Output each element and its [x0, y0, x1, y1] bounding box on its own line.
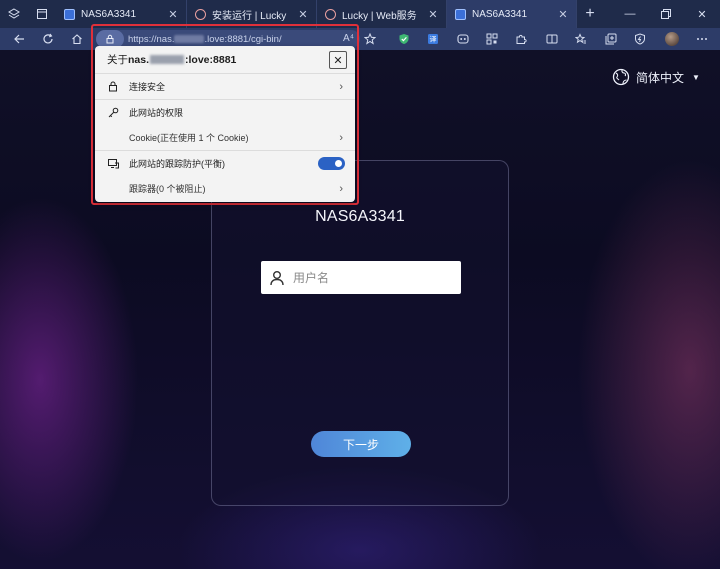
trackers-item[interactable]: 跟踪器(0 个被阻止) ›: [95, 176, 355, 201]
trackers-label: 跟踪器(0 个被阻止): [129, 184, 206, 194]
tab-nas-active[interactable]: NAS6A3341 ✕: [447, 0, 577, 28]
close-tab-icon[interactable]: ✕: [296, 8, 310, 21]
close-tab-icon[interactable]: ✕: [426, 8, 440, 21]
language-label: 简体中文: [636, 70, 685, 85]
nas-favicon-icon: [455, 8, 466, 20]
workspaces-icon[interactable]: [0, 0, 28, 28]
favorites-icon[interactable]: [569, 28, 593, 50]
lucky-favicon-icon: [195, 8, 206, 20]
language-selector[interactable]: 简体中文 ▼: [612, 68, 700, 86]
username-input[interactable]: [293, 270, 453, 285]
tracking-prevention-toggle[interactable]: [318, 157, 345, 170]
lock-icon: [107, 81, 119, 92]
next-button[interactable]: 下一步: [311, 431, 411, 457]
flyout-header: 关于 nas.:love:8881: [95, 46, 355, 74]
redacted-domain: [150, 55, 185, 65]
split-screen-icon[interactable]: [540, 28, 564, 50]
tracking-prevention-label: 此网站的跟踪防护(平衡): [129, 159, 225, 169]
collections-icon[interactable]: [599, 28, 623, 50]
lucky-favicon-icon: [325, 8, 336, 20]
permissions-label: 此网站的权限: [129, 108, 184, 118]
permissions-heading: 此网站的权限: [95, 100, 355, 125]
game-extension-icon[interactable]: [451, 28, 475, 50]
browser-essentials-icon[interactable]: [628, 28, 652, 50]
cookies-label: Cookie(正在使用 1 个 Cookie): [129, 133, 249, 143]
extensions-puzzle-icon[interactable]: [509, 28, 533, 50]
tab-title: NAS6A3341: [472, 8, 528, 20]
back-icon[interactable]: [4, 28, 33, 50]
connection-secure-item[interactable]: 连接安全 ›: [95, 74, 355, 99]
home-icon[interactable]: [62, 28, 91, 50]
refresh-icon[interactable]: [33, 28, 62, 50]
favorite-star-icon[interactable]: [358, 28, 382, 50]
chevron-right-icon: ›: [339, 182, 343, 195]
close-tab-icon[interactable]: ✕: [556, 8, 570, 21]
close-flyout-button[interactable]: ✕: [329, 51, 347, 69]
tab-title: 安装运行 | Lucky: [212, 10, 287, 22]
tracking-prevention-item: 此网站的跟踪防护(平衡): [95, 151, 355, 176]
login-card: NAS6A3341 下一步: [211, 160, 509, 506]
cookies-item[interactable]: Cookie(正在使用 1 个 Cookie) ›: [95, 125, 355, 150]
maximize-icon[interactable]: [648, 0, 684, 28]
close-window-icon[interactable]: ✕: [684, 0, 720, 28]
connection-secure-label: 连接安全: [129, 82, 166, 92]
key-icon: [107, 107, 119, 118]
user-icon: [261, 270, 293, 286]
site-info-flyout: 关于 nas.:love:8881 ✕ 连接安全 › 此网站的权限 Cookie…: [95, 46, 355, 202]
shield-extension-icon[interactable]: [392, 28, 416, 50]
tracking-prevention-icon: [107, 158, 119, 169]
caret-down-icon: ▼: [692, 72, 700, 82]
profile-avatar[interactable]: [660, 28, 684, 50]
svg-text:译: 译: [430, 36, 437, 44]
username-field[interactable]: [261, 261, 461, 294]
new-tab-button[interactable]: +: [577, 0, 603, 28]
chevron-right-icon: ›: [339, 131, 343, 144]
close-tab-icon[interactable]: ✕: [166, 8, 180, 21]
translate-extension-icon[interactable]: 译: [421, 28, 445, 50]
globe-icon: [612, 68, 630, 86]
tab-title: NAS6A3341: [81, 8, 137, 20]
tab-actions-icon[interactable]: [28, 0, 56, 28]
device-name: NAS6A3341: [315, 208, 405, 225]
nas-favicon-icon: [64, 8, 75, 20]
tab-title: Lucky | Web服务: [342, 10, 417, 22]
more-menu-icon[interactable]: [690, 28, 714, 50]
chevron-right-icon: ›: [339, 80, 343, 93]
minimize-icon[interactable]: —: [612, 0, 648, 28]
qr-code-icon[interactable]: [480, 28, 504, 50]
